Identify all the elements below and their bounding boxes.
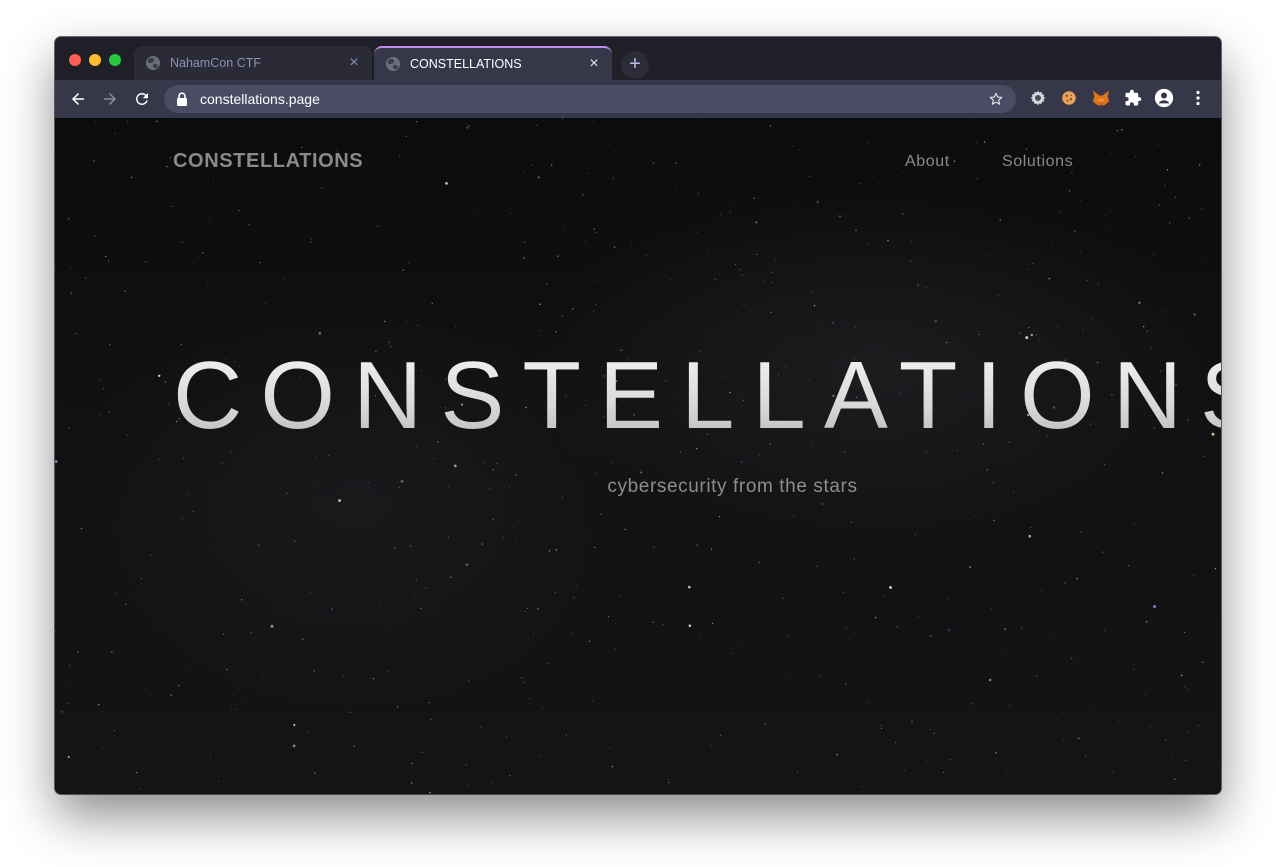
gear-extension-icon[interactable]	[1028, 88, 1048, 108]
hero-tagline: cybersecurity from the stars	[607, 476, 858, 497]
browser-window: NahamCon CTF × CONSTELLATIONS × + conste…	[55, 37, 1221, 794]
arrow-right-icon	[104, 93, 116, 105]
starfield-background	[55, 118, 1220, 794]
minimize-window-button[interactable]	[89, 54, 101, 66]
hero-title: CONSTELLATIONS	[173, 348, 1221, 444]
globe-icon	[146, 56, 160, 70]
back-button[interactable]	[68, 89, 88, 109]
puzzle-extensions-icon[interactable]	[1123, 88, 1143, 108]
close-icon[interactable]: ×	[346, 55, 362, 71]
tab-constellations[interactable]: CONSTELLATIONS ×	[374, 46, 612, 80]
metamask-fox-icon[interactable]	[1091, 88, 1111, 108]
new-tab-button[interactable]: +	[621, 51, 649, 79]
star-bookmark-icon[interactable]	[988, 91, 1004, 107]
close-window-button[interactable]	[69, 54, 81, 66]
address-bar[interactable]: constellations.page	[164, 85, 1016, 113]
url-text[interactable]: constellations.page	[200, 91, 988, 107]
cookie-extension-icon[interactable]	[1059, 88, 1079, 108]
tab-title: CONSTELLATIONS	[410, 57, 522, 71]
forward-button[interactable]	[100, 89, 120, 109]
tab-nahamcon-ctf[interactable]: NahamCon CTF ×	[134, 46, 372, 80]
nav-link-about[interactable]: About	[905, 153, 950, 171]
profile-avatar-icon[interactable]	[1154, 88, 1174, 108]
reload-button[interactable]	[132, 89, 152, 109]
globe-icon	[386, 57, 400, 71]
arrow-left-icon	[72, 93, 84, 105]
reload-icon	[135, 92, 148, 105]
nav-link-solutions[interactable]: Solutions	[1002, 153, 1073, 171]
browser-toolbar: constellations.page	[55, 80, 1221, 118]
close-icon[interactable]: ×	[586, 56, 602, 72]
kebab-menu-icon[interactable]	[1188, 88, 1208, 108]
site-logo[interactable]: CONSTELLATIONS	[173, 150, 363, 173]
page-viewport: CONSTELLATIONS About Solutions CONSTELLA…	[55, 118, 1221, 794]
maximize-window-button[interactable]	[109, 54, 121, 66]
lock-icon	[177, 92, 187, 106]
tab-title: NahamCon CTF	[170, 56, 261, 70]
tab-strip: NahamCon CTF × CONSTELLATIONS × +	[55, 37, 1221, 80]
